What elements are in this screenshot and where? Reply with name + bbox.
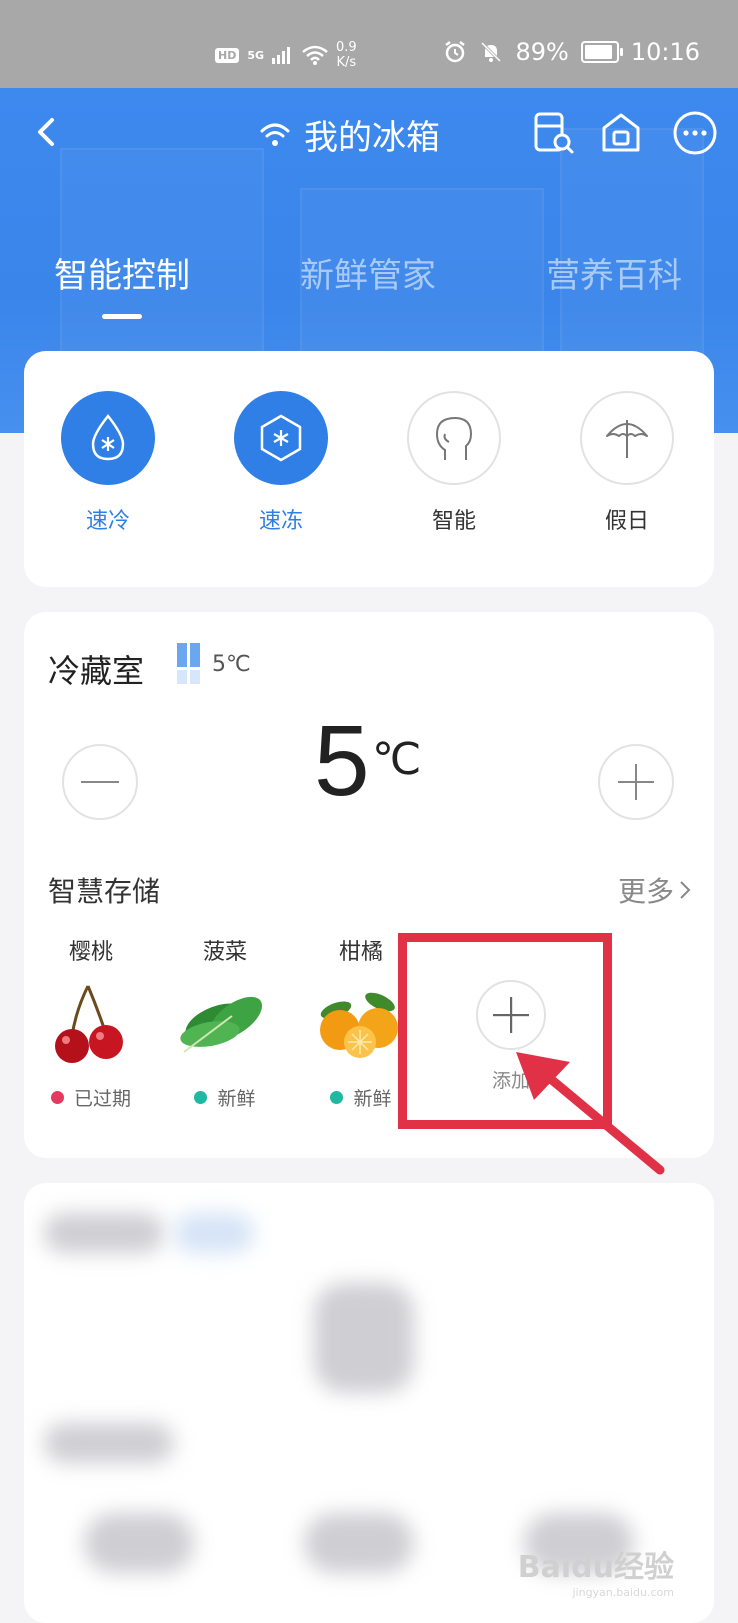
pointer-arrow-icon [516,1052,665,1175]
blurred-block [44,1423,174,1463]
watermark-url: jingyan.baidu.com [572,1586,674,1599]
status-dot [50,1091,64,1104]
active-tab-indicator [102,314,142,319]
drop-snowflake-icon [91,413,125,461]
mode-smart-button[interactable] [407,391,501,485]
home-icon[interactable] [598,110,644,156]
more-label: 更多 [617,875,674,908]
minus-icon [81,781,119,783]
smart-storage-title: 智慧存储 [48,875,161,908]
alarm-icon [445,41,466,63]
network-speed: 0.9 K/s [336,40,357,70]
watermark-brand: Baidu经验 [517,1550,674,1585]
mute-bell-icon [481,41,502,63]
blurred-block [84,1513,194,1573]
spinach-image [180,996,263,1053]
mode-quick-freeze[interactable]: 速冻 [231,391,331,535]
compartment-small-temp: 5℃ [212,651,251,677]
plus-icon [618,764,654,800]
blurred-block [304,1513,414,1573]
fridge-level-icon [177,643,200,684]
temperature-value: 5 [314,705,370,817]
top-bar: 我的冰箱 [0,88,738,178]
tab-smart-control[interactable]: 智能控制 [54,248,190,297]
mode-label: 智能 [431,509,476,534]
mode-card: 速冷 速冻 智能 假日 [24,351,714,587]
food-name: 樱桃 [68,940,113,965]
food-status-label: 已过期 [73,1088,131,1110]
battery-percent: 89% [515,38,569,66]
head-icon [435,416,473,460]
mode-label: 假日 [604,509,649,534]
signal-icon [272,47,291,64]
status-bar: HD 5G 0.9 K/s 89% 10:16 [0,0,738,88]
network-label: 5G [247,48,265,62]
speed-value: 0.9 [336,40,357,55]
hexagon-snowflake-icon [260,414,302,462]
blurred-block [174,1213,254,1253]
umbrella-icon [606,420,648,458]
wifi-icon [260,123,290,146]
status-right: 89% 10:16 [443,38,700,66]
more-link[interactable]: 更多 [618,870,692,910]
temp-decrease-button[interactable] [62,744,138,820]
cherry-image [55,985,123,1063]
food-status: 新鲜 [170,1084,280,1111]
mode-label: 速冻 [258,509,303,534]
status-left: HD 5G 0.9 K/s [215,40,357,70]
blurred-block [314,1283,414,1393]
tab-nutrition[interactable]: 营养百科 [546,248,682,297]
fridge-search-icon[interactable] [530,110,576,156]
mode-holiday[interactable]: 假日 [577,391,677,535]
blurred-content-card: Baidu经验 jingyan.baidu.com [24,1183,714,1623]
back-arrow-icon[interactable] [28,112,68,152]
status-dot [330,1091,344,1104]
tab-fresh-manager[interactable]: 新鲜管家 [300,248,436,297]
hd-badge: HD [215,47,240,63]
watermark: Baidu经验 jingyan.baidu.com [518,1542,674,1599]
compartment-name: 冷藏室 [48,652,145,690]
food-status-label: 新鲜 [353,1088,392,1110]
mode-holiday-button[interactable] [580,391,674,485]
compartment-temp-indicator: 5℃ [176,642,251,686]
food-name: 菠菜 [202,940,247,965]
food-status-label: 新鲜 [217,1088,256,1110]
more-icon[interactable] [672,110,718,156]
battery-fill [584,45,612,59]
chevron-right-icon [680,881,691,899]
temp-increase-button[interactable] [598,744,674,820]
page-title: 我的冰箱 [304,118,440,158]
status-dot [194,1091,208,1104]
blurred-block [44,1213,164,1253]
mode-label: 速冷 [85,509,130,534]
clock: 10:16 [630,38,700,66]
mode-quick-freeze-button[interactable] [234,391,328,485]
battery-icon [580,41,623,63]
page-title-group: 我的冰箱 [260,110,440,159]
food-item-cherry[interactable]: 樱桃 已过期 [36,934,146,1111]
speed-unit: K/s [336,55,357,70]
wifi-status-icon [302,45,328,65]
food-item-spinach[interactable]: 菠菜 新鲜 [170,934,280,1111]
mode-quick-cool-button[interactable] [61,391,155,485]
food-status: 已过期 [36,1084,146,1111]
temperature-unit: ℃ [372,734,422,785]
mode-smart[interactable]: 智能 [404,391,504,535]
mode-quick-cool[interactable]: 速冷 [58,391,158,535]
